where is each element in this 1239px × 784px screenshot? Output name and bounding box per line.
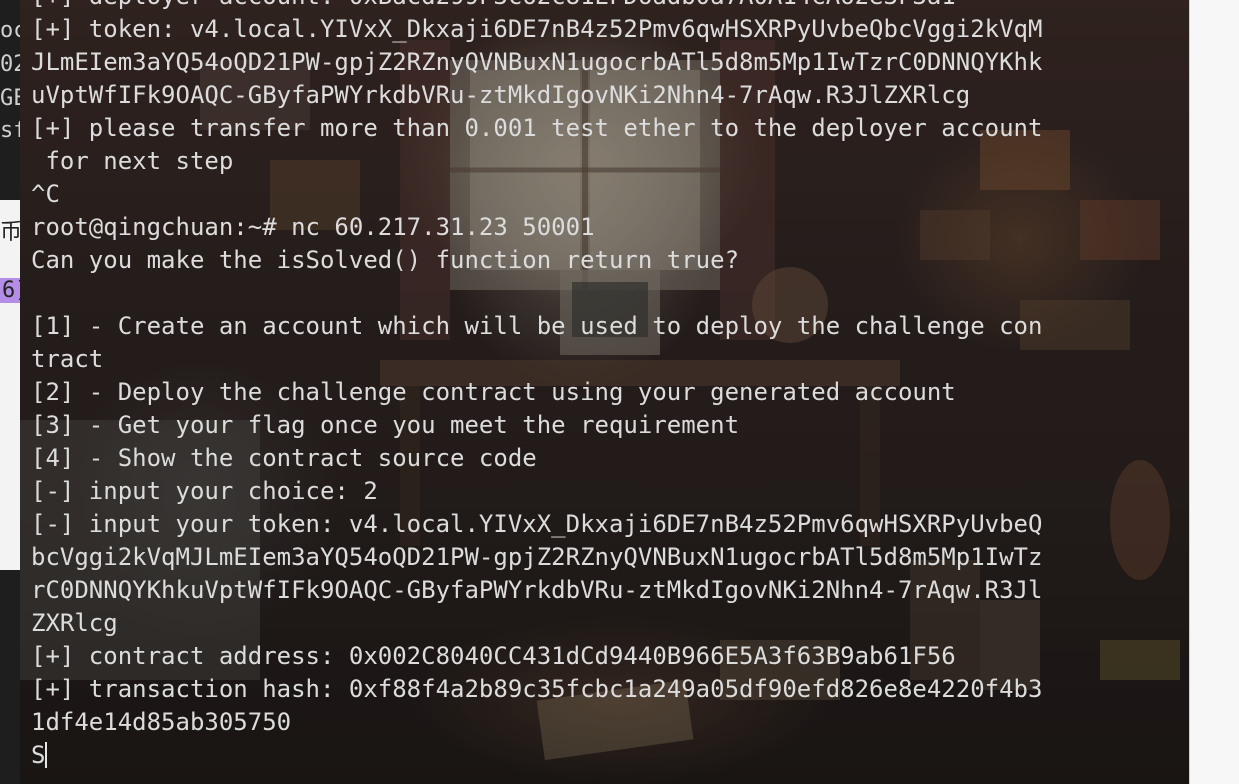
background-window-right: [1189, 0, 1239, 784]
terminal-line: root@qingchuan:~# nc 60.217.31.23 50001: [31, 213, 595, 241]
terminal-line: [-] input your token: v4.local.YIVxX_Dkx…: [31, 510, 1043, 538]
background-selected-fragment: 6]: [0, 278, 20, 303]
background-text-fragment: sf: [0, 118, 20, 143]
terminal-window[interactable]: [+] deployer account: 0xBacd299F3c62c81E…: [20, 0, 1189, 784]
terminal-line: 1df4e14d85ab305750: [31, 708, 292, 736]
terminal-line: rC0DNNQYKhkuVptWfIFk9OAQC-GByfaPWYrkdbVR…: [31, 576, 1043, 604]
terminal-line: [3] - Get your flag once you meet the re…: [31, 411, 740, 439]
terminal-line: [4] - Show the contract source code: [31, 444, 537, 472]
background-text-fragment: 02: [0, 52, 20, 77]
terminal-line: [1] - Create an account which will be us…: [31, 312, 1043, 340]
terminal-line: [+] please transfer more than 0.001 test…: [31, 114, 1043, 142]
terminal-line: Can you make the isSolved() function ret…: [31, 246, 740, 274]
terminal-line: bcVggi2kVqMJLmEIem3aYQ54oQD21PW-gpjZ2RZn…: [31, 543, 1043, 571]
terminal-line: [2] - Deploy the challenge contract usin…: [31, 378, 956, 406]
terminal-line: ZXRlcg: [31, 609, 118, 637]
terminal-line: [+] contract address: 0x002C8040CC431dCd…: [31, 642, 956, 670]
terminal-line: ^C: [31, 180, 60, 208]
terminal-input-line[interactable]: S: [31, 739, 1042, 772]
text-cursor: [45, 742, 48, 768]
terminal-line: JLmEIem3aYQ54oQD21PW-gpjZ2RZnyQVNBuxN1ug…: [31, 48, 1043, 76]
background-text-fragment: oc: [0, 18, 20, 43]
terminal-line: tract: [31, 345, 104, 373]
background-text-fragment: 币: [0, 220, 20, 245]
terminal-line: [+] deployer account: 0xBacd299F3c62c81E…: [31, 0, 1042, 13]
terminal-line: for next step: [31, 147, 234, 175]
terminal-line: uVptWfIFk9OAQC-GByfaPWYrkdbVRu-ztMkdIgov…: [31, 81, 971, 109]
terminal-line: [+] transaction hash: 0xf88f4a2b89c35fcb…: [31, 675, 1043, 703]
terminal-input-text[interactable]: S: [31, 741, 45, 769]
background-window: oc 02 GE sf 币 6]: [0, 0, 20, 784]
background-text-fragment: GE: [0, 86, 20, 111]
terminal-line: [-] input your choice: 2: [31, 477, 378, 505]
background-window-light-panel: [0, 200, 20, 570]
terminal-output[interactable]: [+] deployer account: 0xBacd299F3c62c81E…: [31, 0, 1042, 772]
terminal-line: [+] token: v4.local.YIVxX_Dkxaji6DE7nB4z…: [31, 15, 1043, 43]
